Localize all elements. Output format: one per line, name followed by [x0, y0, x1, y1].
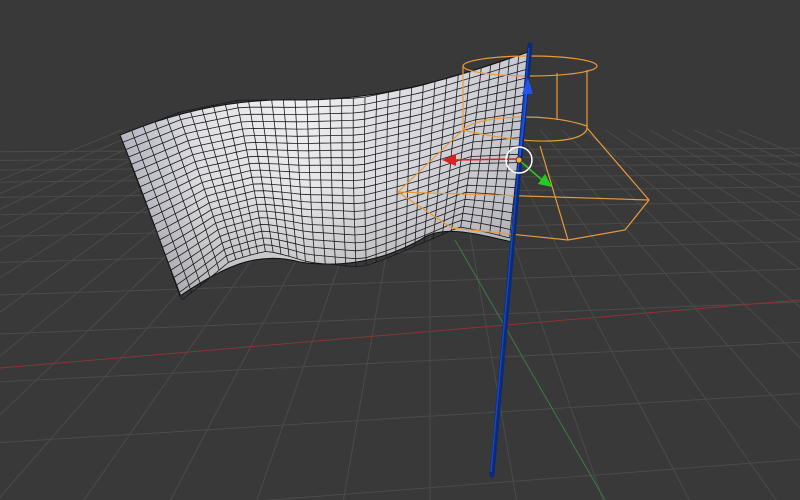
collider-cone-front-edge	[539, 145, 569, 241]
x-handle-line[interactable]	[453, 158, 519, 161]
grid-line	[517, 129, 777, 500]
y-axis-line	[454, 239, 606, 500]
grid-line	[0, 393, 800, 443]
grid-line	[605, 129, 800, 270]
grid-line	[0, 301, 800, 335]
viewport-canvas[interactable]	[0, 0, 800, 500]
3d-viewport[interactable]	[0, 0, 800, 500]
grid-line	[495, 129, 691, 500]
x-axis-line	[0, 299, 800, 369]
grid-line	[583, 129, 800, 308]
grid-line	[715, 129, 800, 168]
grid-line	[561, 129, 800, 359]
origin-dot-icon	[515, 156, 523, 164]
grid-line	[671, 129, 800, 198]
grid-line	[627, 129, 800, 241]
cloth-flag-mesh[interactable]	[119, 51, 529, 300]
grid-line	[262, 458, 800, 500]
cloth-shading	[120, 52, 528, 296]
grid-line	[539, 129, 800, 429]
